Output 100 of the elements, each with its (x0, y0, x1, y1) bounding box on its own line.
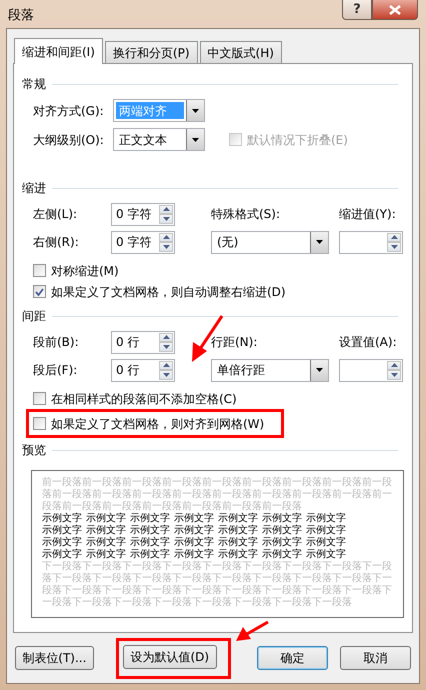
spin-value: 0 字符 (115, 234, 152, 251)
spin-up-button[interactable] (159, 204, 173, 214)
spin-up-button[interactable] (159, 332, 173, 342)
dialog-button[interactable]: 设为默认值(D) (122, 644, 217, 668)
spin-value: 0 字符 (115, 206, 152, 223)
dropdown[interactable]: (无) (211, 230, 329, 254)
close-icon (389, 4, 401, 14)
help-button[interactable]: ? (342, 0, 372, 20)
spin-up-button[interactable] (159, 232, 173, 242)
sample-text: 示例文字 (218, 537, 258, 548)
dropdown-arrow-icon (316, 240, 323, 244)
down-arrow-icon (162, 244, 170, 249)
dropdown-button[interactable] (186, 129, 204, 150)
dialog-button[interactable]: 取消 (340, 646, 411, 670)
sample-text: 示例文字 (130, 537, 170, 548)
dropdown-arrow-icon (192, 138, 199, 142)
checkbox-label[interactable]: 对称缩进(M) (51, 262, 119, 280)
down-arrow-icon (390, 372, 398, 377)
up-arrow-icon (162, 235, 170, 240)
down-arrow-icon (162, 344, 170, 349)
spin-down-button[interactable] (159, 214, 173, 224)
checkbox[interactable] (33, 392, 46, 405)
spin-field[interactable]: 0 字符 (111, 202, 175, 226)
sample-text: 示例文字 (306, 525, 346, 536)
sample-text: 示例文字 (130, 525, 170, 536)
checkbox-label[interactable]: 如果定义了文档网格，则自动调整右缩进(D) (51, 282, 286, 300)
preview-text: 下一段落下一段落下一段落下一段落下一段落下一段落下一段落下一段落下一段落下一段落下一段落下一段落下一段落下一段落下一段落下一段落下一段落下一段落下一段落下一段落下一段落下一段落下一段落下一段落下一段落下一段落下一段落下一段落下一段落下一段落下一段落下一段落下一段落下一段落 (42, 561, 393, 609)
dropdown[interactable]: 正文文本 (113, 128, 205, 151)
dropdown-button[interactable] (310, 360, 328, 380)
sample-text: 示例文字 (262, 525, 302, 536)
spin-field[interactable]: 0 字符 (111, 230, 175, 254)
tab[interactable]: 换行和分页(P) (104, 41, 198, 63)
spin-down-button[interactable] (159, 342, 173, 352)
checkbox[interactable] (33, 285, 46, 298)
annotation-arrow (236, 620, 269, 641)
spin-up-button[interactable] (159, 360, 173, 370)
checkbox-label[interactable]: 如果定义了文档网格，则对齐到网格(W) (51, 414, 264, 432)
section-title: 预览 (22, 442, 46, 459)
sample-text: 示例文字 (262, 513, 302, 524)
tab[interactable]: 中文版式(H) (200, 41, 282, 63)
sample-text: 示例文字 (86, 549, 126, 560)
sample-text: 示例文字 (42, 525, 82, 536)
sample-text: 示例文字 (174, 513, 214, 524)
check-icon (35, 288, 44, 296)
spin-down-button[interactable] (387, 242, 401, 252)
sample-text: 示例文字 (86, 513, 126, 524)
spin-down-button[interactable] (387, 370, 401, 380)
close-button[interactable] (372, 0, 418, 20)
section-title: 缩进 (22, 180, 46, 197)
sample-text: 示例文字 (218, 513, 258, 524)
field-label: 大纲级别(O): (33, 132, 105, 148)
annotation-arrow (192, 315, 224, 362)
tab[interactable]: 缩进和间距(I) (14, 38, 103, 64)
sample-text: 示例文字 (86, 537, 126, 548)
section-title: 间距 (22, 308, 46, 325)
checkbox[interactable] (33, 417, 46, 430)
dropdown-value: 单倍行距 (216, 362, 266, 378)
dropdown-value: 两端对齐 (116, 102, 184, 119)
checkbox-label[interactable]: 在相同样式的段落间不添加空格(C) (51, 390, 237, 408)
dialog-button[interactable]: 确定 (256, 646, 328, 670)
spin-up-button[interactable] (387, 360, 401, 370)
checkbox[interactable] (33, 264, 46, 277)
sample-text: 示例文字 (306, 537, 346, 548)
dropdown-arrow-icon (192, 108, 199, 112)
sample-text: 示例文字 (42, 513, 82, 524)
field-label: 段前(B): (33, 334, 80, 351)
spin-value: 0 行 (115, 334, 140, 351)
spin-down-button[interactable] (159, 370, 173, 380)
dropdown-arrow-icon (316, 368, 323, 372)
sample-text: 示例文字 (306, 549, 346, 560)
field-label: 右侧(R): (33, 234, 80, 251)
spin-up-button[interactable] (387, 232, 401, 242)
dropdown-button[interactable] (310, 232, 328, 252)
dropdown-button[interactable] (186, 100, 204, 121)
sample-text: 示例文字 (218, 549, 258, 560)
field-label: 左侧(L): (33, 206, 78, 223)
sample-text: 示例文字 (174, 525, 214, 536)
dropdown[interactable]: 单倍行距 (211, 358, 329, 382)
up-arrow-icon (162, 207, 170, 212)
preview-text: 前一段落前一段落前一段落前一段落前一段落前一段落前一段落前一段落前一段落前一段落前一段落前一段落前一段落前一段落前一段落前一段落前一段落前一段落前一段落前一段落前一段落前一段落前一段落前一段落 (42, 477, 393, 512)
sample-text: 示例文字 (42, 549, 82, 560)
window-title: 段落 (7, 7, 35, 25)
spin-field[interactable] (339, 230, 403, 254)
up-arrow-icon (162, 335, 170, 340)
spin-down-button[interactable] (159, 242, 173, 252)
sample-text: 示例文字 (86, 525, 126, 536)
sample-text: 示例文字 (42, 537, 82, 548)
spin-field[interactable] (339, 358, 403, 382)
field-label: 特殊格式(S): (211, 206, 282, 223)
spin-field[interactable]: 0 行 (111, 358, 175, 382)
field-label: 设置值(A): (339, 334, 398, 351)
sample-text: 示例文字 (262, 537, 302, 548)
sample-text: 示例文字 (130, 549, 170, 560)
dialog-button[interactable]: 制表位(T)... (15, 646, 94, 670)
field-label: 缩进值(Y): (339, 206, 397, 223)
spin-field[interactable]: 0 行 (111, 330, 175, 354)
dropdown-value: 正文文本 (118, 132, 168, 148)
sample-text: 示例文字 (130, 513, 170, 524)
up-arrow-icon (390, 363, 398, 368)
up-arrow-icon (162, 363, 170, 368)
